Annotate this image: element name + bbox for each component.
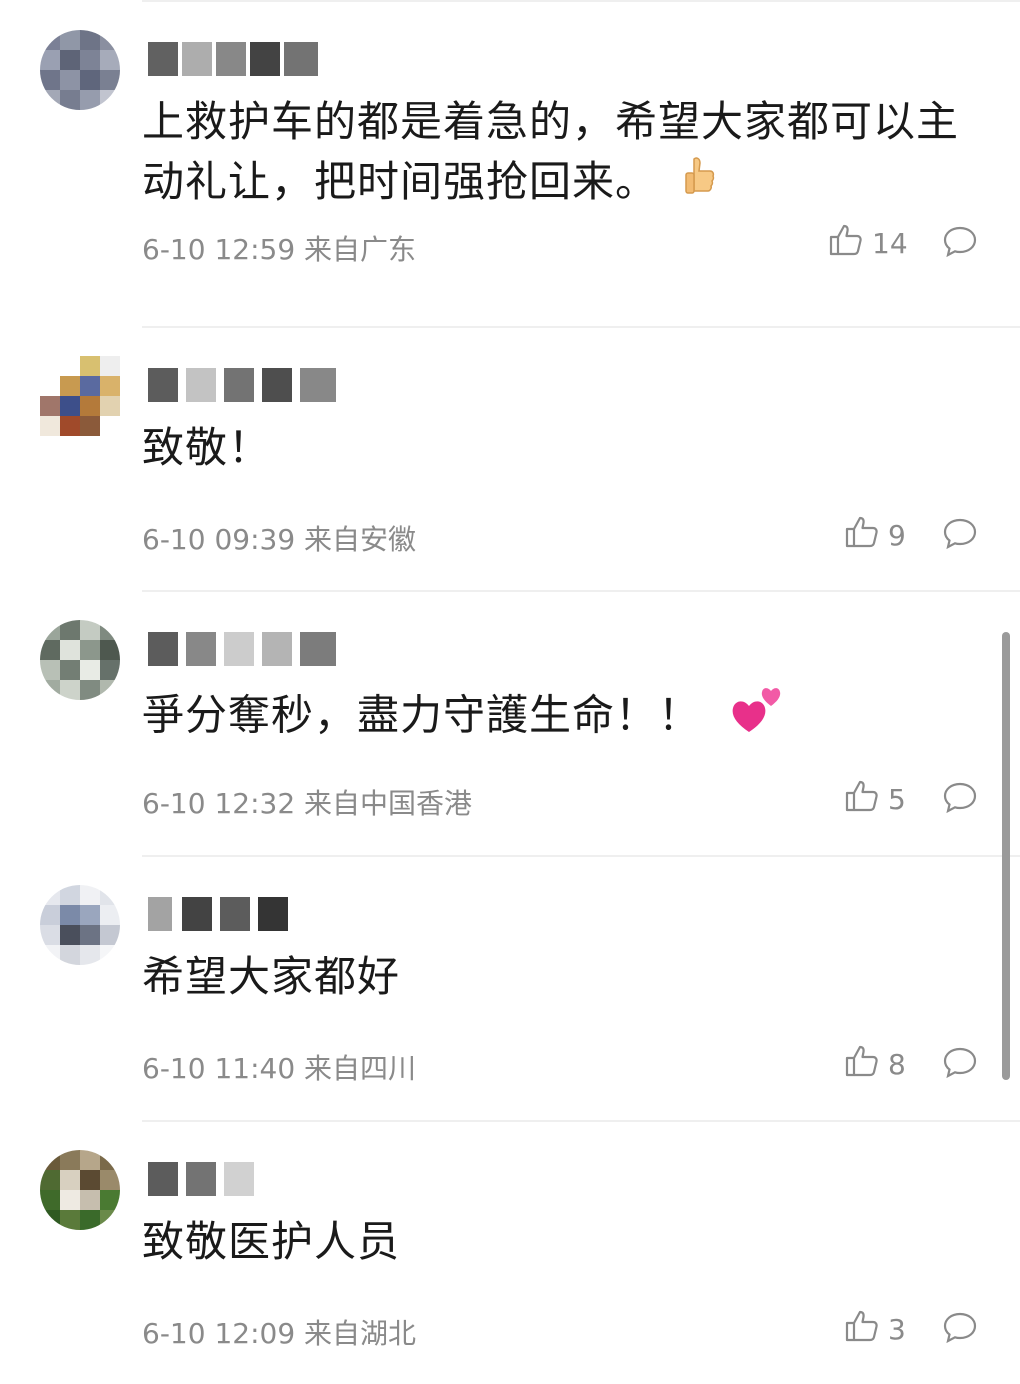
comment-location: 来自四川 [304, 1052, 417, 1085]
comment-meta: 6-10 11:40 来自四川 [142, 1047, 416, 1087]
comment-location: 来自中国香港 [304, 787, 473, 820]
comment-text: 爭分奪秒，盡力守護生命！！ [142, 682, 982, 754]
username-blurred[interactable] [148, 632, 348, 668]
reply-button[interactable] [940, 1308, 980, 1348]
reply-button[interactable] [940, 778, 980, 818]
avatar[interactable] [40, 1150, 120, 1230]
reply-button[interactable] [940, 514, 980, 554]
comment-location: 来自广东 [304, 233, 417, 266]
thumbs-up-outline-icon [844, 1308, 880, 1351]
comment-text-line: 上救护车的都是着急的，希望大家都可以主 [142, 97, 960, 146]
speech-bubble-outline-icon [943, 226, 977, 258]
speech-bubble-outline-icon [943, 1047, 977, 1079]
username-blurred[interactable] [148, 368, 348, 404]
like-count: 8 [888, 1048, 906, 1081]
avatar[interactable] [40, 620, 120, 700]
divider [142, 326, 1020, 328]
comment-meta: 6-10 12:32 来自中国香港 [142, 782, 472, 822]
comment-time: 6-10 09:39 [142, 523, 296, 556]
divider [142, 0, 1020, 2]
comment-meta: 6-10 09:39 来自安徽 [142, 518, 416, 558]
comment-text-line: 动礼让，把时间强抢回来。 [142, 157, 659, 206]
speech-bubble-outline-icon [943, 518, 977, 550]
thumbs-up-outline-icon [844, 1043, 880, 1086]
divider [142, 855, 1020, 857]
avatar[interactable] [40, 885, 120, 965]
comment-text-line: 致敬！ [142, 423, 272, 472]
avatar[interactable] [40, 30, 120, 110]
reply-button[interactable] [940, 1043, 980, 1083]
comment-time: 6-10 12:09 [142, 1317, 296, 1350]
thumbs-up-outline-icon [828, 222, 864, 265]
reply-button[interactable] [940, 222, 980, 262]
speech-bubble-outline-icon [943, 782, 977, 814]
comment-item: 致敬！ 6-10 09:39 来自安徽 9 [0, 326, 1020, 590]
like-count: 5 [888, 783, 906, 816]
avatar[interactable] [40, 356, 120, 436]
comment-location: 来自湖北 [304, 1317, 417, 1350]
comment-meta: 6-10 12:09 来自湖北 [142, 1312, 416, 1352]
comment-text-line: 希望大家都好 [142, 952, 401, 1001]
username-blurred[interactable] [148, 897, 348, 933]
comment-meta: 6-10 12:59 来自广东 [142, 228, 416, 268]
thumbs-up-emoji [682, 155, 716, 215]
comment-text: 希望大家都好 [142, 947, 982, 1007]
like-button[interactable]: 5 [844, 778, 906, 821]
two-hearts-emoji [729, 682, 785, 754]
scrollbar[interactable] [1002, 632, 1010, 1080]
comment-text: 上救护车的都是着急的，希望大家都可以主 动礼让，把时间强抢回来。 [142, 92, 982, 215]
like-count: 14 [872, 227, 908, 260]
like-button[interactable]: 9 [844, 514, 906, 557]
comment-item: 上救护车的都是着急的，希望大家都可以主 动礼让，把时间强抢回来。 6-10 12… [0, 0, 1020, 266]
like-count: 9 [888, 519, 906, 552]
divider [142, 1120, 1020, 1122]
comment-time: 6-10 11:40 [142, 1052, 296, 1085]
thumbs-up-outline-icon [844, 514, 880, 557]
comment-time: 6-10 12:32 [142, 787, 296, 820]
comment-text-line: 致敬医护人员 [142, 1217, 401, 1266]
like-count: 3 [888, 1313, 906, 1346]
comment-text: 致敬！ [142, 418, 982, 478]
speech-bubble-outline-icon [943, 1312, 977, 1344]
divider [142, 590, 1020, 592]
comment-location: 来自安徽 [304, 523, 417, 556]
like-button[interactable]: 3 [844, 1308, 906, 1351]
username-blurred[interactable] [148, 1162, 348, 1198]
comment-time: 6-10 12:59 [142, 233, 296, 266]
comment-text: 致敬医护人员 [142, 1212, 982, 1272]
comment-text-line: 爭分奪秒，盡力守護生命！！ [142, 690, 702, 740]
like-button[interactable]: 8 [844, 1043, 906, 1086]
comment-item: 爭分奪秒，盡力守護生命！！ 6-10 12:32 来自中国香港 5 [0, 590, 1020, 854]
comment-item: 希望大家都好 6-10 11:40 来自四川 8 [0, 855, 1020, 1119]
username-blurred[interactable] [148, 42, 348, 78]
like-button[interactable]: 14 [828, 222, 908, 265]
comment-item: 致敬医护人员 6-10 12:09 来自湖北 3 [0, 1120, 1020, 1384]
thumbs-up-outline-icon [844, 778, 880, 821]
